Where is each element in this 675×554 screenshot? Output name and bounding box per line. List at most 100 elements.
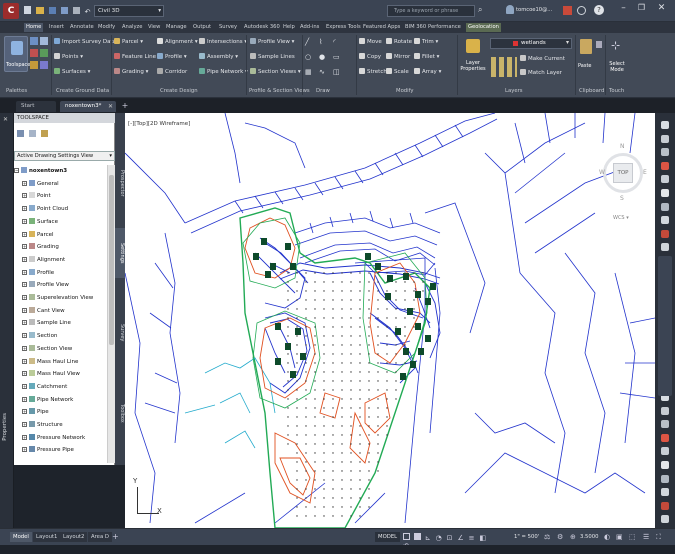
tree-item-profile[interactable]: + Profile [22, 267, 54, 280]
hardware-accel-icon[interactable]: ▣ [616, 533, 623, 541]
strip-close-icon[interactable]: ✕ [3, 116, 8, 123]
annotation-scale[interactable]: 1" = 500' [514, 532, 539, 542]
tab-view[interactable]: View [148, 23, 160, 32]
search-box[interactable]: Type a keyword or phrase [387, 5, 475, 17]
tab-add-ins[interactable]: Add-ins [300, 23, 319, 32]
tree-item-alignment[interactable]: + Alignment [22, 254, 65, 267]
side-tab-survey[interactable]: Survey [115, 308, 125, 358]
tab-annotate[interactable]: Annotate [70, 23, 94, 32]
zoom-icon[interactable] [661, 148, 669, 157]
model-space-toggle[interactable]: MODEL [375, 532, 401, 542]
expand-icon[interactable]: + [22, 295, 27, 300]
viewcube[interactable]: N TOP W E S WCS ▾ [599, 143, 649, 227]
hatch-icon[interactable]: ▦ [305, 68, 312, 76]
sign-in-user-icon[interactable] [506, 5, 514, 14]
section-views-button[interactable]: Section Views ▾ [250, 68, 301, 77]
expand-icon[interactable]: + [22, 383, 27, 389]
paste-button[interactable]: Paste [577, 36, 595, 80]
open-icon[interactable] [35, 7, 44, 14]
otrack-icon[interactable]: ∠ [457, 534, 463, 542]
rotate-button[interactable]: Rotate [386, 38, 412, 47]
array-button[interactable]: Array ▾ [414, 68, 441, 77]
workspace-gear-icon[interactable]: ⚙ [557, 533, 563, 541]
tree-scrollbar[interactable] [107, 165, 115, 463]
profile-section-views-label[interactable]: Profile & Section Views [249, 87, 310, 96]
tab-survey[interactable]: Survey [219, 23, 237, 32]
navsettings-icon[interactable] [661, 515, 669, 524]
tree-item-section-view[interactable]: + Section View [22, 343, 72, 356]
create-ground-data-label[interactable]: Create Ground Data [56, 87, 109, 96]
polar-icon[interactable]: ◔ [436, 534, 442, 542]
layer-properties-button[interactable]: Layer Properties [460, 36, 486, 80]
expand-icon[interactable]: + [22, 396, 27, 402]
tree-item-catchment[interactable]: + Catchment [22, 381, 67, 394]
grid-icon[interactable] [403, 533, 410, 540]
fly-icon[interactable] [661, 229, 669, 238]
tab-performance[interactable]: Performance [428, 23, 461, 32]
fullscreen-icon[interactable]: ⛶ [656, 533, 661, 542]
pan-icon[interactable] [661, 134, 669, 143]
tab-geolocation[interactable]: Geolocation [466, 23, 501, 32]
grading-button[interactable]: Grading ▾ [114, 68, 148, 77]
lookat-icon[interactable] [661, 202, 669, 211]
expand-icon[interactable]: + [22, 307, 27, 313]
points-button[interactable]: Points ▾ [54, 53, 83, 62]
sun-icon[interactable] [661, 488, 669, 497]
tab-analyze[interactable]: Analyze [122, 23, 142, 32]
expand-icon[interactable]: + [22, 206, 27, 212]
steering-icon[interactable] [661, 189, 669, 197]
isolate-icon[interactable]: ◐ [604, 533, 610, 541]
ts-tool-icon[interactable] [28, 130, 36, 137]
copy-button[interactable]: Copy [359, 53, 381, 62]
tree-item-point-cloud[interactable]: + Point Cloud [22, 203, 68, 216]
doc-tab-start[interactable]: Start [16, 101, 56, 112]
exchange-icon[interactable] [563, 6, 572, 15]
tab-home[interactable]: Home [24, 23, 44, 32]
expand-icon[interactable]: + [22, 180, 27, 186]
tree-item-point[interactable]: + Point [22, 190, 51, 203]
properties-strip-label[interactable]: Properties [2, 413, 8, 441]
close-icon[interactable] [661, 121, 669, 129]
tree-item-superelevation-view[interactable]: + Superelevation View [22, 292, 93, 305]
side-tab-toolbox[interactable]: Toolbox [115, 388, 125, 438]
select-mode-button[interactable]: ⊹ Select Mode [607, 36, 627, 80]
add-layout-icon[interactable]: + [112, 532, 119, 541]
properties-icon[interactable] [30, 37, 38, 45]
expand-icon[interactable]: + [22, 231, 27, 237]
tree-item-structure[interactable]: + Structure [22, 419, 63, 432]
expand-icon[interactable]: + [22, 358, 27, 364]
tab-insert[interactable]: Insert [49, 23, 64, 32]
point-icon[interactable]: ● [319, 53, 325, 61]
expand-icon[interactable]: + [22, 434, 27, 440]
restore-icon[interactable]: ❐ [634, 3, 649, 17]
drawing-canvas[interactable]: [-][Top][2D Wireframe] N TOP W E S WCS ▾… [125, 113, 655, 528]
annotation-visibility-icon[interactable]: ⚖ [544, 533, 550, 541]
profile-view-button[interactable]: Profile View ▾ [250, 38, 294, 47]
tree-item-cant-view[interactable]: + Cant View [22, 305, 65, 318]
expand-icon[interactable]: + [22, 333, 27, 339]
section-icon[interactable] [661, 433, 669, 442]
workspace-dropdown[interactable]: Civil 3D ▾ [94, 5, 164, 17]
tree-item-parcel[interactable]: + Parcel [22, 229, 54, 242]
layout-tab-layout2[interactable]: Layout2 [60, 532, 88, 542]
saveas-icon[interactable] [60, 7, 68, 14]
tab-output[interactable]: Output [193, 23, 211, 32]
arc-icon[interactable]: ◜ [333, 38, 336, 46]
viewcube-top-face[interactable]: TOP [613, 163, 633, 183]
scroll-thumb[interactable] [109, 175, 114, 345]
region-icon[interactable]: ◫ [333, 68, 340, 76]
layers-icon[interactable] [40, 37, 48, 45]
parcel-button[interactable]: Parcel ▾ [114, 38, 143, 47]
camera-icon[interactable] [661, 420, 669, 429]
tree-item-mass-haul-view[interactable]: + Mass Haul View [22, 368, 80, 381]
help-icon[interactable]: ? [594, 5, 604, 15]
user-name[interactable]: tomcoe10@... [516, 7, 552, 13]
spline-icon[interactable]: ∿ [319, 68, 325, 76]
undo-icon[interactable]: ↶ [85, 9, 92, 16]
side-tab-prospector[interactable]: Prospector [115, 153, 125, 213]
tree-item-grading[interactable]: + Grading [22, 241, 59, 254]
side-tab-settings[interactable]: Settings [115, 228, 125, 278]
make-current-button[interactable]: Make Current [520, 55, 565, 64]
expand-icon[interactable]: + [22, 371, 27, 377]
match-layer-button[interactable]: Match Layer [520, 69, 562, 78]
